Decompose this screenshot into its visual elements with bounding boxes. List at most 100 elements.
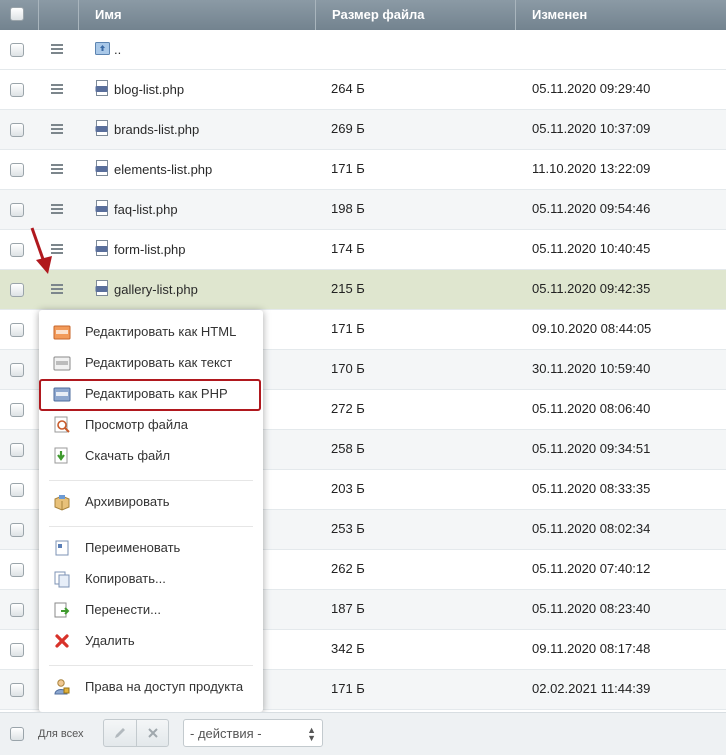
edit-pencil-button[interactable] [104,720,137,746]
hamburger-icon[interactable] [51,84,63,95]
archive-box-icon [54,495,70,511]
file-modified: 02.02.2021 11:44:39 [532,681,651,696]
row-checkbox[interactable] [10,603,24,617]
row-checkbox[interactable] [10,323,24,337]
rename-icon [55,540,69,556]
hamburger-icon[interactable] [51,124,63,135]
row-checkbox[interactable] [10,43,24,57]
menu-label: Редактировать как текст [85,355,233,370]
pencil-icon [115,728,125,738]
column-header-size[interactable]: Размер файла [317,0,516,30]
file-size: 258 Б [331,441,365,456]
header-checkbox-col [0,0,39,30]
row-checkbox[interactable] [10,163,24,177]
column-header-modified[interactable]: Изменен [517,0,726,30]
text-file-icon [53,356,71,371]
file-name[interactable]: gallery-list.php [114,282,198,297]
php-file-icon [95,120,108,136]
menu-item-edit-html[interactable]: Редактировать как HTML [39,318,263,346]
file-modified: 05.11.2020 08:06:40 [532,401,651,416]
up-link[interactable]: .. [114,42,121,57]
row-checkbox[interactable] [10,283,24,297]
php-file-icon [95,200,108,216]
row-checkbox[interactable] [10,363,24,377]
file-modified: 30.11.2020 10:59:40 [532,361,651,376]
hamburger-icon[interactable] [51,44,63,55]
file-name[interactable]: elements-list.php [114,162,212,177]
row-checkbox[interactable] [10,523,24,537]
file-name[interactable]: form-list.php [114,242,186,257]
row-checkbox[interactable] [10,483,24,497]
file-size: 269 Б [331,121,365,136]
table-row-up[interactable]: .. [0,30,726,70]
download-icon [54,447,68,464]
select-all-checkbox[interactable] [10,7,24,21]
menu-item-edit-text[interactable]: Редактировать как текст [39,349,263,377]
file-modified: 05.11.2020 10:37:09 [532,121,651,136]
menu-item-archive[interactable]: Архивировать [39,488,263,516]
file-size: 187 Б [331,601,365,616]
row-checkbox[interactable] [10,443,24,457]
hamburger-icon[interactable] [51,284,63,295]
menu-item-download[interactable]: Скачать файл [39,442,263,470]
move-icon [54,602,70,618]
menu-label: Просмотр файла [85,417,188,432]
table-row[interactable]: form-list.php 174 Б 05.11.2020 10:40:45 [0,230,726,270]
file-size: 272 Б [331,401,365,416]
actions-select[interactable]: - действия - ▲ ▼ [183,719,323,747]
file-modified: 05.11.2020 07:40:12 [532,561,651,576]
file-size: 262 Б [331,561,365,576]
file-name[interactable]: brands-list.php [114,122,199,137]
delete-button[interactable] [137,720,169,746]
file-modified: 05.11.2020 09:34:51 [532,441,651,456]
table-row[interactable]: gallery-list.php 215 Б 05.11.2020 09:42:35 [0,270,726,310]
file-size: 171 Б [331,161,365,176]
menu-label: Удалить [85,633,135,648]
menu-item-move[interactable]: Перенести... [39,596,263,624]
menu-label: Архивировать [85,494,170,509]
for-all-label: Для всех [38,728,84,740]
file-modified: 11.10.2020 13:22:09 [532,161,651,176]
table-row[interactable]: blog-list.php 264 Б 05.11.2020 09:29:40 [0,70,726,110]
actions-select-value: - действия - [190,726,262,741]
hamburger-icon[interactable] [51,164,63,175]
delete-x-icon [55,634,69,648]
for-all-checkbox[interactable] [10,727,24,741]
row-checkbox[interactable] [10,563,24,577]
menu-item-delete[interactable]: Удалить [39,627,263,655]
table-row[interactable]: brands-list.php 269 Б 05.11.2020 10:37:09 [0,110,726,150]
column-header-name[interactable]: Имя [79,0,316,30]
menu-divider [49,526,253,527]
menu-item-access[interactable]: Права на доступ продукта [39,673,263,701]
menu-divider [49,665,253,666]
row-checkbox[interactable] [10,203,24,217]
row-checkbox[interactable] [10,643,24,657]
hamburger-icon[interactable] [51,204,63,215]
folder-up-icon[interactable] [95,40,110,56]
file-name[interactable]: faq-list.php [114,202,178,217]
php-file-icon [95,160,108,176]
row-checkbox[interactable] [10,123,24,137]
file-size: 203 Б [331,481,365,496]
footer-button-group [103,719,169,747]
file-name[interactable]: blog-list.php [114,82,184,97]
table-row[interactable]: faq-list.php 198 Б 05.11.2020 09:54:46 [0,190,726,230]
menu-item-rename[interactable]: Переименовать [39,534,263,562]
menu-item-view-file[interactable]: Просмотр файла [39,411,263,439]
row-checkbox[interactable] [10,683,24,697]
html-file-icon [53,325,71,340]
menu-label: Копировать... [85,571,166,586]
file-modified: 05.11.2020 09:42:35 [532,281,651,296]
file-modified: 05.11.2020 09:54:46 [532,201,651,216]
row-checkbox[interactable] [10,243,24,257]
row-checkbox[interactable] [10,403,24,417]
row-checkbox[interactable] [10,83,24,97]
header-actions-col [39,0,79,30]
file-modified: 05.11.2020 08:23:40 [532,601,651,616]
menu-label: Перенести... [85,602,161,617]
file-modified: 05.11.2020 09:29:40 [532,81,651,96]
menu-item-copy[interactable]: Копировать... [39,565,263,593]
table-row[interactable]: elements-list.php 171 Б 11.10.2020 13:22:0… [0,150,726,190]
file-size: 171 Б [331,321,365,336]
highlight-frame [39,379,261,411]
